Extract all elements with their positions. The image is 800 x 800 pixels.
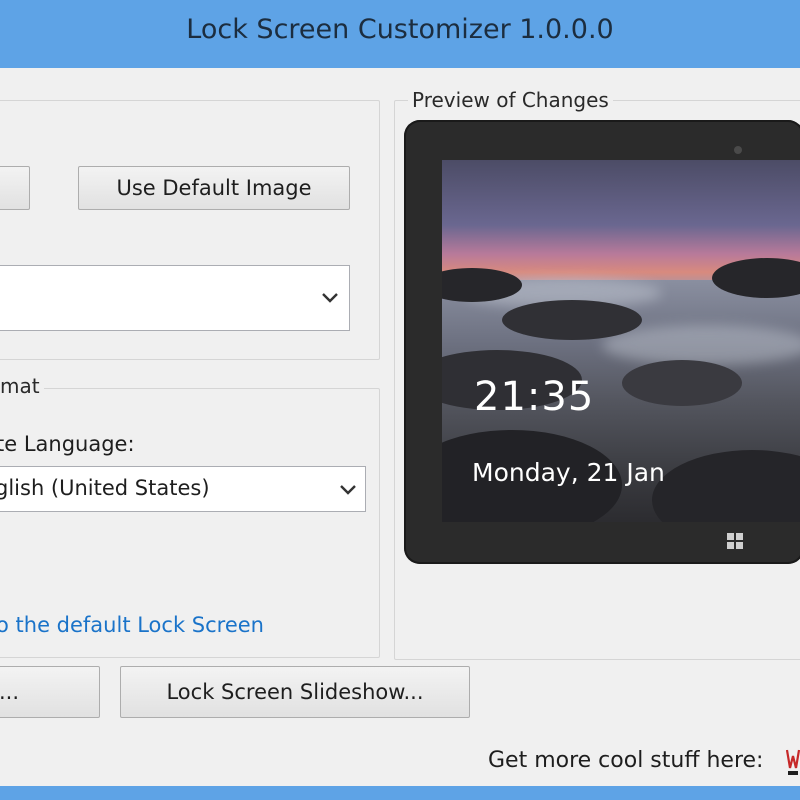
date-language-label: te Language: [0,432,135,456]
ellipsis-button[interactable]: ... [0,666,100,718]
tablet-preview: 21:35 Monday, 21 Jan [404,120,800,564]
mist-shape [602,325,800,365]
date-language-dropdown[interactable]: glish (United States) [0,466,366,512]
rock-shape [502,300,642,340]
website-logo-icon[interactable] [786,744,800,778]
window-title: Lock Screen Customizer 1.0.0.0 [186,14,614,45]
preview-group-label: Preview of Changes [408,88,613,112]
image-position-dropdown[interactable] [0,265,350,331]
get-more-stuff-text: Get more cool stuff here: [488,748,764,773]
use-default-image-button[interactable]: Use Default Image [78,166,350,210]
restore-default-link[interactable]: o the default Lock Screen [0,613,264,637]
chevron-down-icon [340,485,356,495]
lock-screen-preview-image: 21:35 Monday, 21 Jan [442,160,800,522]
window-bottom-border [0,786,800,800]
rock-shape [622,360,742,406]
windows-logo-icon [727,533,743,549]
date-language-value: glish (United States) [0,476,210,500]
format-group-label: mat [0,374,44,398]
browse-button[interactable] [0,166,30,210]
chevron-down-icon [322,293,338,303]
lock-screen-date: Monday, 21 Jan [472,458,665,487]
title-bar: Lock Screen Customizer 1.0.0.0 [0,0,800,68]
camera-dot [734,146,742,154]
use-default-image-label: Use Default Image [116,176,312,200]
ellipsis-button-label: ... [0,680,20,704]
lock-screen-slideshow-button[interactable]: Lock Screen Slideshow... [120,666,470,718]
lock-screen-slideshow-label: Lock Screen Slideshow... [166,680,424,704]
lock-screen-time: 21:35 [474,374,595,420]
